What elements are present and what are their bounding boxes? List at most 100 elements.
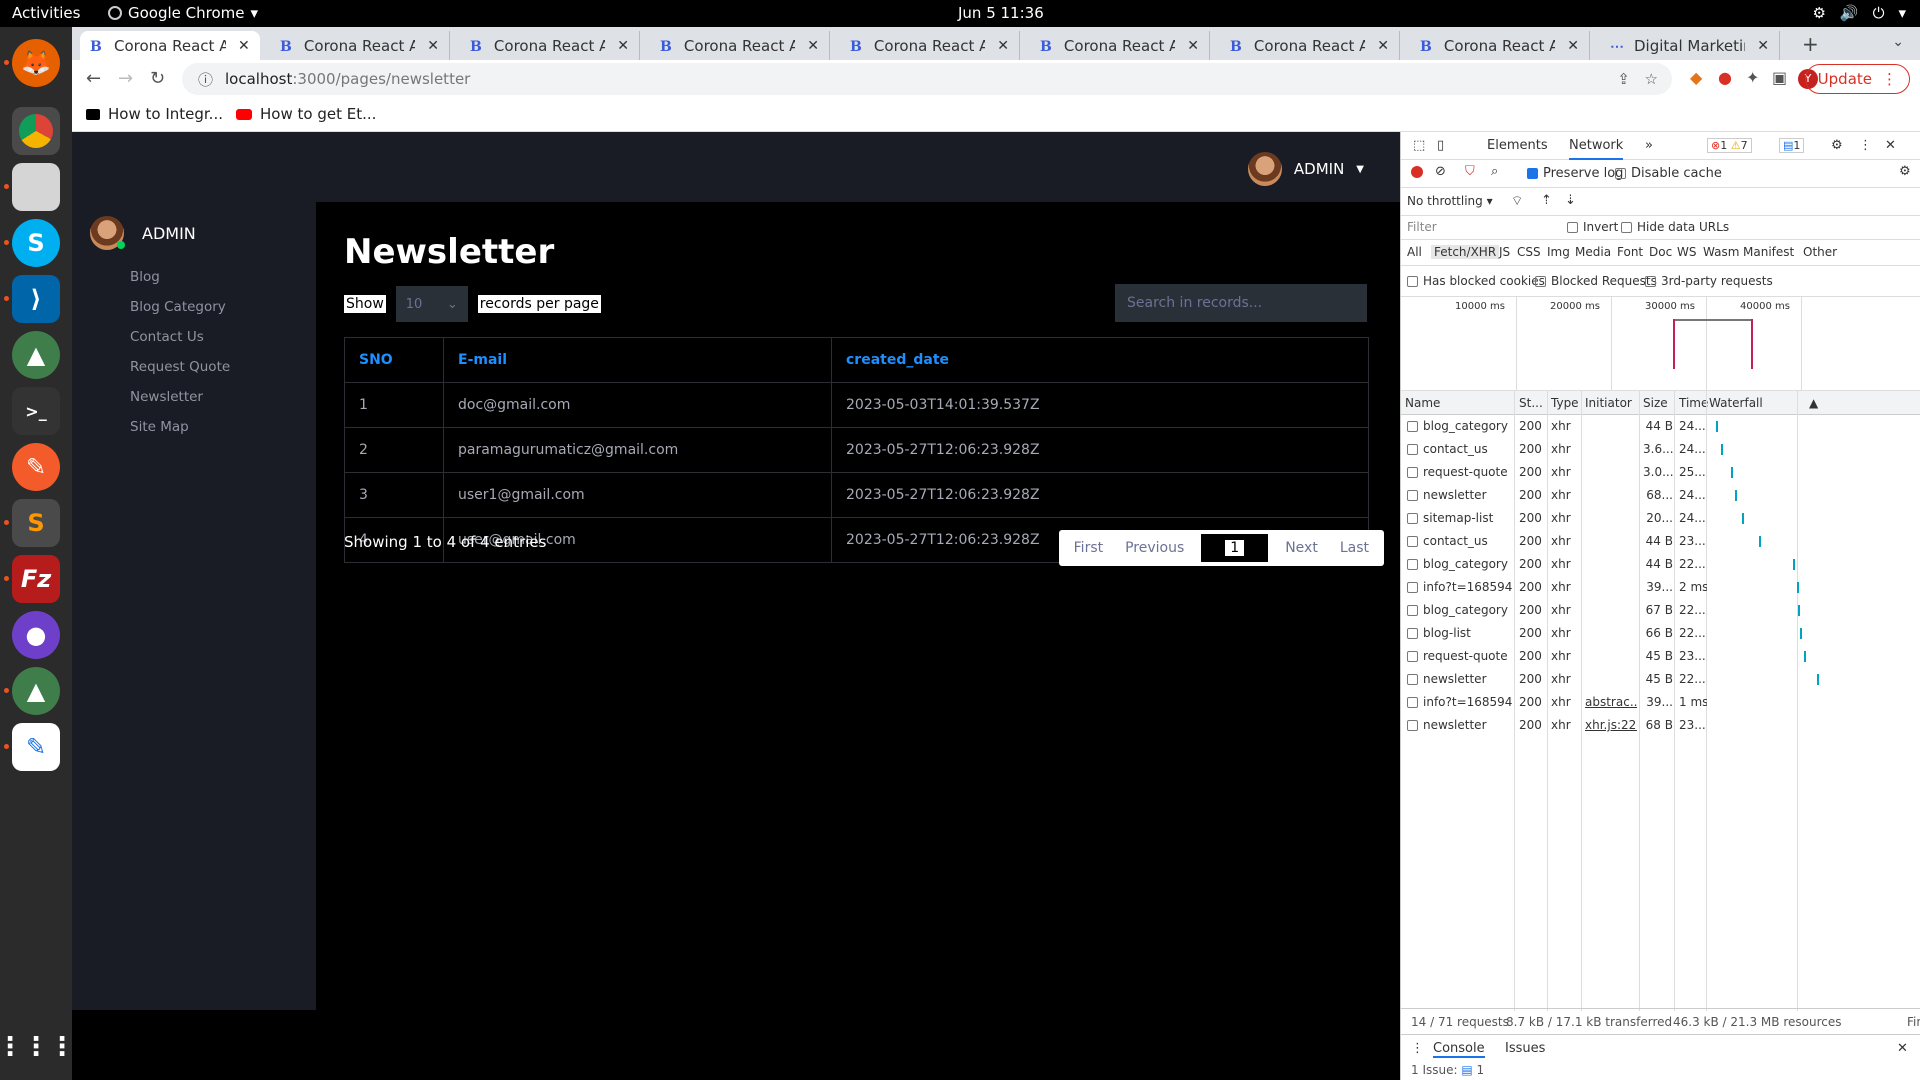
sidebar-item-blog-category[interactable]: Blog Category bbox=[130, 292, 230, 322]
type-filter-doc[interactable]: Doc bbox=[1649, 245, 1672, 259]
has-blocked-cookies-checkbox[interactable]: Has blocked cookies bbox=[1407, 274, 1545, 288]
network-request-row[interactable]: blog_category 200 xhr 67 B 22... bbox=[1401, 599, 1920, 622]
browser-tab[interactable]: B Corona React Adm ✕ bbox=[1030, 31, 1210, 60]
text-editor-icon[interactable]: ✎ bbox=[12, 723, 60, 771]
tab-close-icon[interactable]: ✕ bbox=[1567, 38, 1579, 54]
app-menu[interactable]: Google Chrome ▾ bbox=[108, 4, 258, 22]
import-icon[interactable]: ⇡ bbox=[1541, 193, 1552, 208]
export-icon[interactable]: ⇣ bbox=[1565, 193, 1576, 208]
column-header-sno[interactable]: SNO bbox=[344, 337, 444, 383]
forward-arrow-icon[interactable]: → bbox=[118, 68, 133, 89]
pagination-last[interactable]: Last bbox=[1329, 534, 1380, 562]
network-request-row[interactable]: contact_us 200 xhr 3.6... 24... bbox=[1401, 438, 1920, 461]
network-request-row[interactable]: request-quote 200 xhr 45 B 23... bbox=[1401, 645, 1920, 668]
issues-count[interactable]: ▤1 bbox=[1779, 138, 1805, 153]
chrome-update-button[interactable]: Update ⋮ bbox=[1804, 64, 1910, 94]
pagination-first[interactable]: First bbox=[1063, 534, 1114, 562]
tab-close-icon[interactable]: ✕ bbox=[1377, 38, 1389, 54]
skype-icon[interactable]: S bbox=[12, 219, 60, 267]
browser-tab[interactable]: B Corona React Adm ✕ bbox=[1220, 31, 1400, 60]
sublime-icon[interactable]: S bbox=[12, 499, 60, 547]
column-name[interactable]: Name bbox=[1405, 396, 1440, 410]
network-request-row[interactable]: blog_category 200 xhr 44 B 22... bbox=[1401, 553, 1920, 576]
more-tabs-icon[interactable]: » bbox=[1645, 138, 1653, 153]
show-apps-icon[interactable]: ⋮⋮⋮ bbox=[0, 1023, 75, 1071]
back-arrow-icon[interactable]: ← bbox=[86, 68, 101, 89]
filter-icon[interactable]: ⛉ bbox=[1465, 164, 1475, 179]
inspect-element-icon[interactable]: ⬚ bbox=[1413, 138, 1425, 153]
record-icon[interactable] bbox=[1411, 166, 1423, 178]
third-party-checkbox[interactable]: 3rd-party requests bbox=[1645, 274, 1773, 288]
sidebar-item-blog[interactable]: Blog bbox=[130, 262, 230, 292]
chrome-icon[interactable] bbox=[12, 107, 60, 155]
side-panel-icon[interactable]: ▣ bbox=[1772, 68, 1787, 87]
bookmark-item[interactable]: How to get Et... bbox=[236, 105, 376, 123]
files-icon[interactable] bbox=[12, 163, 60, 211]
drawer-tab-issues[interactable]: Issues bbox=[1505, 1041, 1545, 1056]
system-tray[interactable]: ⚙ 🔊 ⏻ ▾ bbox=[1812, 4, 1906, 22]
issue-banner[interactable]: 1 Issue: ▤ 1 bbox=[1411, 1063, 1484, 1077]
pagination-next[interactable]: Next bbox=[1274, 534, 1329, 562]
tab-elements[interactable]: Elements bbox=[1487, 138, 1548, 153]
reload-icon[interactable]: ↻ bbox=[150, 68, 165, 89]
more-vertical-icon[interactable]: ⋮ bbox=[1859, 138, 1872, 153]
bookmark-item[interactable]: How to Integr... bbox=[86, 105, 223, 123]
column-time[interactable]: Time bbox=[1679, 396, 1708, 410]
activities-button[interactable]: Activities bbox=[12, 4, 80, 22]
sidebar-item-newsletter[interactable]: Newsletter bbox=[130, 382, 230, 412]
network-request-row[interactable]: blog_category 200 xhr 44 B 24... bbox=[1401, 415, 1920, 438]
tab-close-icon[interactable]: ✕ bbox=[617, 38, 629, 54]
vscode-icon[interactable]: ⟩ bbox=[12, 275, 60, 323]
site-info-icon[interactable]: ⓘ bbox=[198, 69, 213, 90]
network-timeline-overview[interactable]: 10000 ms 20000 ms 30000 ms 40000 ms bbox=[1401, 297, 1920, 391]
sort-up-icon[interactable]: ▲ bbox=[1809, 396, 1818, 410]
network-request-row[interactable]: info?t=168594... 200 xhr abstrac... 39... 1 m… bbox=[1401, 691, 1920, 714]
type-filter-css[interactable]: CSS bbox=[1517, 245, 1541, 259]
filezilla-icon[interactable]: Fz bbox=[12, 555, 60, 603]
tab-network[interactable]: Network bbox=[1569, 138, 1624, 160]
extensions-puzzle-icon[interactable]: ✦ bbox=[1746, 68, 1759, 87]
throttling-select[interactable]: No throttling ▾ bbox=[1407, 194, 1493, 208]
filter-input[interactable]: Filter bbox=[1407, 220, 1545, 234]
column-initiator[interactable]: Initiator bbox=[1585, 396, 1632, 410]
settings-gear-icon[interactable]: ⚙ bbox=[1831, 138, 1843, 153]
address-bar[interactable]: ⓘ localhost:3000/pages/newsletter ⇪ ☆ bbox=[182, 63, 1672, 95]
extension-icon[interactable]: ● bbox=[1718, 68, 1732, 87]
preserve-log-checkbox[interactable]: Preserve log bbox=[1527, 166, 1623, 181]
close-icon[interactable]: ✕ bbox=[1885, 138, 1896, 153]
network-request-row[interactable]: newsletter 200 xhr 45 B 22... bbox=[1401, 668, 1920, 691]
search-icon[interactable]: ⌕ bbox=[1491, 164, 1498, 179]
bookmark-star-icon[interactable]: ☆ bbox=[1645, 70, 1658, 88]
type-filter-fetch-xhr[interactable]: Fetch/XHR bbox=[1431, 245, 1500, 259]
network-conditions-icon[interactable]: ⌔ bbox=[1511, 193, 1523, 209]
hide-data-urls-checkbox[interactable]: Hide data URLs bbox=[1621, 220, 1729, 234]
column-type[interactable]: Type bbox=[1551, 396, 1579, 410]
network-request-row[interactable]: sitemap-list 200 xhr 20... 24... bbox=[1401, 507, 1920, 530]
tab-search-chevron-icon[interactable]: ⌄ bbox=[1892, 34, 1904, 50]
per-page-select[interactable]: 10 ⌄ bbox=[395, 286, 468, 322]
search-input[interactable]: Search in records... bbox=[1115, 284, 1367, 322]
sidebar-item-request-quote[interactable]: Request Quote bbox=[130, 352, 230, 382]
sidebar-profile[interactable]: ADMIN bbox=[90, 216, 196, 250]
console-counts[interactable]: ⊗1 ⚠7 bbox=[1707, 138, 1752, 153]
tab-close-icon[interactable]: ✕ bbox=[997, 38, 1009, 54]
browser-tab[interactable]: B Corona React Adm ✕ bbox=[270, 31, 450, 60]
network-request-row[interactable]: newsletter 200 xhr 68... 24... bbox=[1401, 484, 1920, 507]
pagination-previous[interactable]: Previous bbox=[1114, 534, 1195, 562]
rocket-app-icon[interactable]: ▲ bbox=[12, 667, 60, 715]
tab-close-icon[interactable]: ✕ bbox=[238, 38, 250, 54]
tab-close-icon[interactable]: ✕ bbox=[1187, 38, 1199, 54]
github-icon[interactable]: ● bbox=[12, 611, 60, 659]
invert-checkbox[interactable]: Invert bbox=[1567, 220, 1618, 234]
new-tab-button[interactable]: + bbox=[1802, 32, 1819, 56]
rocket-app-icon[interactable]: ▲ bbox=[12, 331, 60, 379]
tab-close-icon[interactable]: ✕ bbox=[807, 38, 819, 54]
network-request-row[interactable]: blog-list 200 xhr 66 B 22... bbox=[1401, 622, 1920, 645]
close-icon[interactable]: ✕ bbox=[1897, 1041, 1908, 1056]
type-filter-other[interactable]: Other bbox=[1803, 245, 1837, 259]
disable-cache-checkbox[interactable]: Disable cache bbox=[1615, 166, 1722, 181]
clear-icon[interactable]: ⊘ bbox=[1435, 164, 1446, 179]
column-status[interactable]: St... bbox=[1519, 396, 1543, 410]
type-filter-js[interactable]: JS bbox=[1499, 245, 1510, 259]
postman-icon[interactable]: ✎ bbox=[12, 443, 60, 491]
